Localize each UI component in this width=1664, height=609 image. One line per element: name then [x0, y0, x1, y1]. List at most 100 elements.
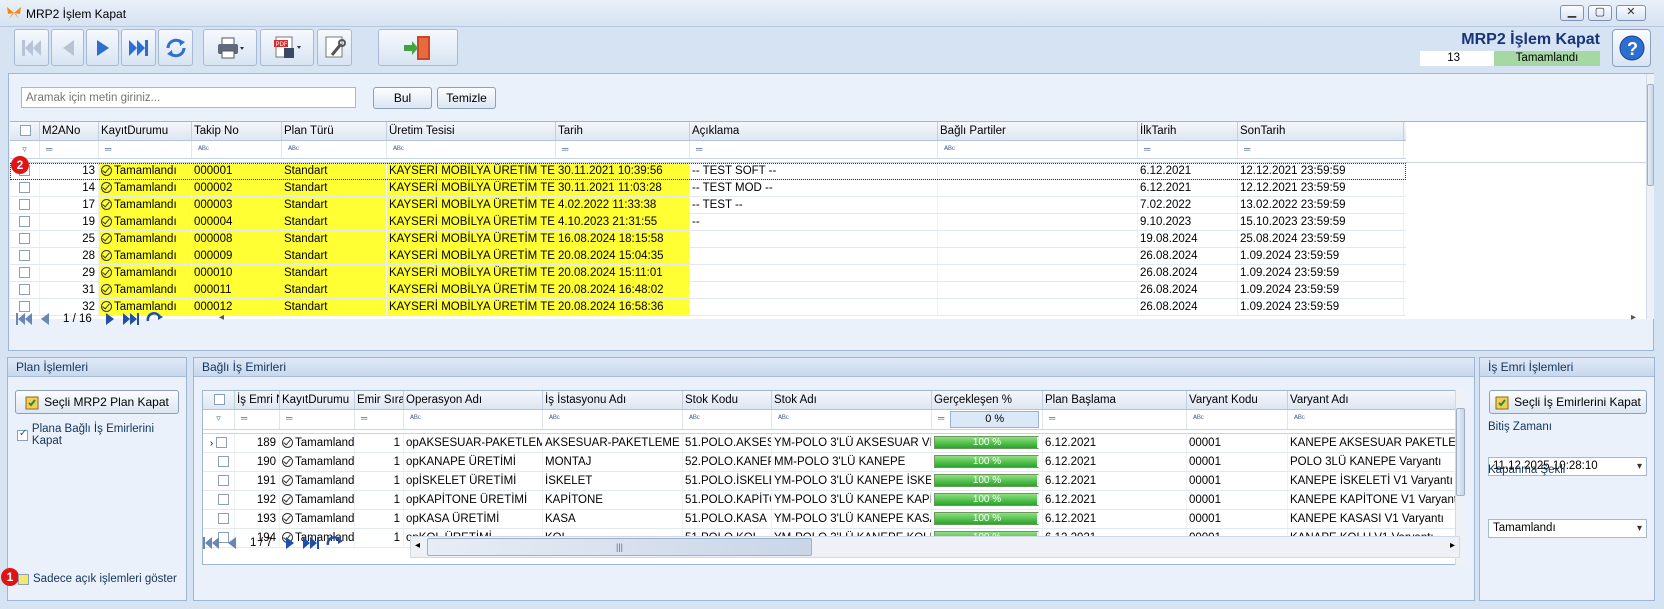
- col-header[interactable]: Stok Adı: [772, 391, 932, 409]
- col-header[interactable]: Takip No: [192, 122, 282, 140]
- col-header[interactable]: Gerçekleşen %: [932, 391, 1043, 409]
- main-hscroll-right[interactable]: ▸: [1631, 312, 1636, 323]
- table-cell: 1.09.2024 23:59:59: [1238, 265, 1404, 281]
- pdf-export-button[interactable]: PDF: [260, 29, 314, 66]
- refresh-button[interactable]: [158, 29, 193, 66]
- link-jobs-checkbox-row[interactable]: ✓ Plana Bağlı İş Emirlerini Kapat: [17, 423, 186, 447]
- print-button[interactable]: [203, 29, 257, 66]
- last-record-button[interactable]: [121, 29, 156, 66]
- table-row[interactable]: 192 Tamamlandı 1 opKAPİTONE ÜRETİMİ KAPİTONE…: [203, 491, 1456, 510]
- col-header[interactable]: İş İstasyonu Adı: [543, 391, 683, 409]
- table-row[interactable]: › 189 Tamamlandı 1 opAKSESUAR-PAKETLEME AKSES…: [203, 434, 1456, 453]
- row-checkbox[interactable]: [19, 216, 30, 228]
- help-button[interactable]: ?: [1612, 29, 1651, 67]
- row-checkbox[interactable]: [19, 284, 30, 296]
- table-row[interactable]: 25 Tamamlandı 000008 Standart KAYSERİ MOBİLY…: [10, 231, 1406, 248]
- main-vertical-scrollbar[interactable]: [1646, 74, 1654, 319]
- row-checkbox[interactable]: [217, 494, 229, 506]
- row-checkbox[interactable]: [19, 233, 30, 245]
- last-icon[interactable]: [122, 312, 140, 326]
- maximize-button[interactable]: ▢: [1588, 5, 1612, 21]
- first-icon[interactable]: [15, 312, 33, 326]
- col-header[interactable]: Tarih: [556, 122, 690, 140]
- close-window-button[interactable]: ✕: [1616, 5, 1646, 21]
- table-row[interactable]: 193 Tamamlandı 1 opKASA ÜRETİMİ KASA 51.POLO.…: [203, 510, 1456, 529]
- pdf-export-icon: PDF: [274, 36, 301, 58]
- settings-button[interactable]: [317, 29, 352, 66]
- next-icon[interactable]: [104, 312, 116, 326]
- col-header[interactable]: Açıklama: [690, 122, 938, 140]
- find-button[interactable]: Bul: [373, 87, 432, 109]
- next-record-button[interactable]: [86, 29, 119, 66]
- minimize-button[interactable]: ▁: [1560, 5, 1584, 21]
- main-grid-panel: Bul Temizle M2ANo KayıtDurumu Takip No P…: [8, 73, 1654, 351]
- table-cell: KAYSERİ MOBİLYA ÜRETİM TESİSİ: [387, 265, 556, 281]
- row-checkbox[interactable]: [19, 199, 30, 211]
- table-cell: [938, 163, 1138, 179]
- table-row[interactable]: 29 Tamamlandı 000010 Standart KAYSERİ MOBİLY…: [10, 265, 1406, 282]
- table-row[interactable]: 28 Tamamlandı 000009 Standart KAYSERİ MOBİLY…: [10, 248, 1406, 265]
- refresh-icon[interactable]: [326, 536, 344, 550]
- col-header[interactable]: Bağlı Partiler: [938, 122, 1138, 140]
- col-header[interactable]: SonTarih: [1238, 122, 1404, 140]
- table-cell: [10, 214, 40, 230]
- main-hscroll-left[interactable]: ◂: [219, 312, 224, 323]
- table-row[interactable]: 13 Tamamlandı 000001 Standart KAYSERİ MOBİLY…: [10, 163, 1406, 180]
- next-icon[interactable]: [284, 536, 296, 550]
- row-checkbox[interactable]: [217, 456, 229, 468]
- col-header[interactable]: KayıtDurumu: [280, 391, 355, 409]
- row-checkbox[interactable]: [217, 475, 229, 487]
- table-cell: İSKELET: [543, 472, 683, 490]
- first-icon[interactable]: [202, 536, 220, 550]
- jobs-grid-filter-row[interactable]: ▿ ═ ═ ═ ᴬᴮᶜ ᴬᴮᶜ ᴬᴮᶜ ᴬᴮᶜ ═ 0 % ═ ᴬᴮᶜ ᴬᴮᶜ: [203, 410, 1456, 430]
- first-record-button[interactable]: [14, 29, 49, 66]
- progress-bar: 100 %: [934, 512, 1039, 525]
- last-icon[interactable]: [302, 536, 320, 550]
- col-header[interactable]: Varyant Kodu: [1187, 391, 1288, 409]
- row-checkbox[interactable]: [216, 437, 228, 449]
- close-type-select[interactable]: Tamamlandı: [1488, 519, 1647, 538]
- table-cell: [938, 180, 1138, 196]
- col-header[interactable]: M2ANo: [40, 122, 99, 140]
- col-header[interactable]: Stok Kodu: [683, 391, 772, 409]
- refresh-icon[interactable]: [146, 312, 164, 326]
- table-row[interactable]: 191 Tamamlandı 1 opİSKELET ÜRETİMİ İSKELET 51…: [203, 472, 1456, 491]
- table-row[interactable]: 31 Tamamlandı 000011 Standart KAYSERİ MOBİLY…: [10, 282, 1406, 299]
- col-header[interactable]: Üretim Tesisi: [387, 122, 556, 140]
- search-input[interactable]: [21, 87, 356, 108]
- col-header[interactable]: KayıtDurumu: [99, 122, 192, 140]
- row-checkbox[interactable]: [19, 250, 30, 262]
- select-all-checkbox[interactable]: [20, 125, 31, 137]
- col-header[interactable]: Emir Sıra: [355, 391, 404, 409]
- prev-icon[interactable]: [226, 536, 238, 550]
- table-row[interactable]: 17 Tamamlandı 000003 Standart KAYSERİ MOBİLY…: [10, 197, 1406, 214]
- link-jobs-checkbox[interactable]: ✓: [17, 428, 28, 441]
- close-plan-button[interactable]: Seçli MRP2 Plan Kapat: [15, 390, 179, 414]
- window-titlebar: MRP2 İşlem Kapat ▁ ▢ ✕: [0, 0, 1664, 27]
- col-header[interactable]: Plan Türü: [282, 122, 387, 140]
- previous-record-button[interactable]: [51, 29, 84, 66]
- open-only-checkbox-row[interactable]: Sadece açık işlemleri göster: [18, 573, 177, 585]
- close-jobs-button[interactable]: Seçli İş Emirlerini Kapat: [1489, 390, 1647, 414]
- percent-filter[interactable]: 0 %: [950, 411, 1039, 428]
- progress-bar: 100 %: [934, 493, 1039, 506]
- col-header[interactable]: Varyant Adı: [1288, 391, 1456, 409]
- table-row[interactable]: 14 Tamamlandı 000002 Standart KAYSERİ MOBİLY…: [10, 180, 1406, 197]
- table-row[interactable]: 190 Tamamlandı 1 opKANAPE ÜRETİMİ MONTAJ 52.P…: [203, 453, 1456, 472]
- col-header[interactable]: İlkTarih: [1138, 122, 1238, 140]
- row-checkbox[interactable]: [19, 267, 30, 279]
- col-header[interactable]: Operasyon Adı: [404, 391, 543, 409]
- table-cell: [10, 265, 40, 281]
- col-header[interactable]: İş Emri No: [235, 391, 280, 409]
- open-only-checkbox[interactable]: [18, 573, 29, 585]
- main-grid-filter-row[interactable]: ▿ ═ ═ ᴬᴮᶜ ᴬᴮᶜ ᴬᴮᶜ ═ ═ ᴬᴮᶜ ═ ═: [10, 141, 1406, 159]
- col-header[interactable]: Plan Başlama: [1043, 391, 1187, 409]
- clear-button[interactable]: Temizle: [437, 87, 496, 109]
- jobs-select-all-checkbox[interactable]: [214, 394, 225, 406]
- prev-icon[interactable]: [39, 312, 51, 326]
- row-checkbox[interactable]: [19, 182, 30, 194]
- exit-button[interactable]: [378, 29, 458, 66]
- row-checkbox[interactable]: [217, 513, 229, 525]
- jobs-horizontal-scrollbar[interactable]: ◂ ||| ▸: [410, 536, 1460, 558]
- table-row[interactable]: 19 Tamamlandı 000004 Standart KAYSERİ MOBİLY…: [10, 214, 1406, 231]
